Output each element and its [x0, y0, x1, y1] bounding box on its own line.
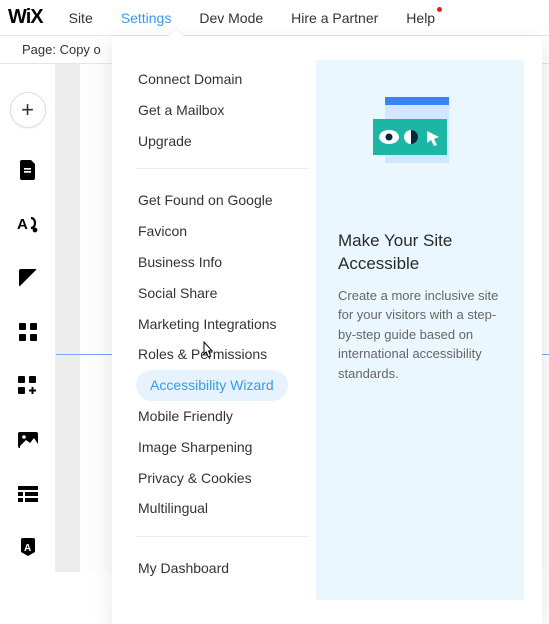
text-theme-icon[interactable]: A [16, 212, 40, 236]
menu-image-sharpening[interactable]: Image Sharpening [136, 432, 262, 463]
left-rail: + A A [0, 64, 56, 572]
notification-dot-icon [437, 7, 442, 12]
apps-icon[interactable] [16, 320, 40, 344]
menu-accessibility-wizard[interactable]: Accessibility Wizard [136, 370, 288, 401]
nav-hire-partner[interactable]: Hire a Partner [277, 0, 392, 36]
svg-text:A: A [24, 543, 31, 554]
menu-get-mailbox[interactable]: Get a Mailbox [136, 95, 234, 126]
page-label[interactable]: Page: Copy o [22, 42, 101, 57]
menu-marketing-integrations[interactable]: Marketing Integrations [136, 309, 287, 340]
ascend-icon[interactable]: A [16, 536, 40, 560]
wix-logo: WiX [4, 6, 53, 29]
content-manager-icon[interactable] [16, 482, 40, 506]
settings-dropdown: Connect Domain Get a Mailbox Upgrade Get… [112, 36, 542, 624]
add-button[interactable]: + [10, 92, 46, 128]
info-panel: Make Your Site Accessible Create a more … [316, 60, 524, 600]
nav-site[interactable]: Site [55, 0, 107, 36]
menu-mobile-friendly[interactable]: Mobile Friendly [136, 401, 243, 432]
info-title: Make Your Site Accessible [338, 230, 502, 276]
menu-privacy-cookies[interactable]: Privacy & Cookies [136, 463, 262, 494]
menu-favicon[interactable]: Favicon [136, 216, 197, 247]
plus-icon: + [21, 99, 34, 121]
topbar: WiX Site Settings Dev Mode Hire a Partne… [0, 0, 549, 36]
settings-menu: Connect Domain Get a Mailbox Upgrade Get… [112, 36, 316, 624]
svg-text:A: A [17, 216, 28, 233]
menu-social-share[interactable]: Social Share [136, 278, 227, 309]
nav-help-label: Help [406, 10, 435, 26]
nav-dev-mode[interactable]: Dev Mode [185, 0, 277, 36]
menu-group-3: My Dashboard [136, 553, 308, 596]
pages-icon[interactable] [16, 158, 40, 182]
menu-group-1: Connect Domain Get a Mailbox Upgrade [136, 64, 308, 169]
menu-multilingual[interactable]: Multilingual [136, 493, 218, 524]
info-body: Create a more inclusive site for your vi… [338, 286, 502, 384]
menu-group-2: Get Found on Google Favicon Business Inf… [136, 185, 308, 537]
add-apps-icon[interactable] [16, 374, 40, 398]
topnav: Site Settings Dev Mode Hire a Partner He… [55, 0, 449, 36]
menu-upgrade[interactable]: Upgrade [136, 126, 202, 157]
background-icon[interactable] [16, 266, 40, 290]
cursor-pointer-icon [198, 340, 218, 365]
menu-business-info[interactable]: Business Info [136, 247, 232, 278]
nav-help[interactable]: Help [392, 0, 449, 36]
media-icon[interactable] [16, 428, 40, 452]
menu-connect-domain[interactable]: Connect Domain [136, 64, 252, 95]
menu-get-found-google[interactable]: Get Found on Google [136, 185, 283, 216]
accessibility-illustration [338, 84, 502, 194]
menu-my-dashboard[interactable]: My Dashboard [136, 553, 239, 584]
